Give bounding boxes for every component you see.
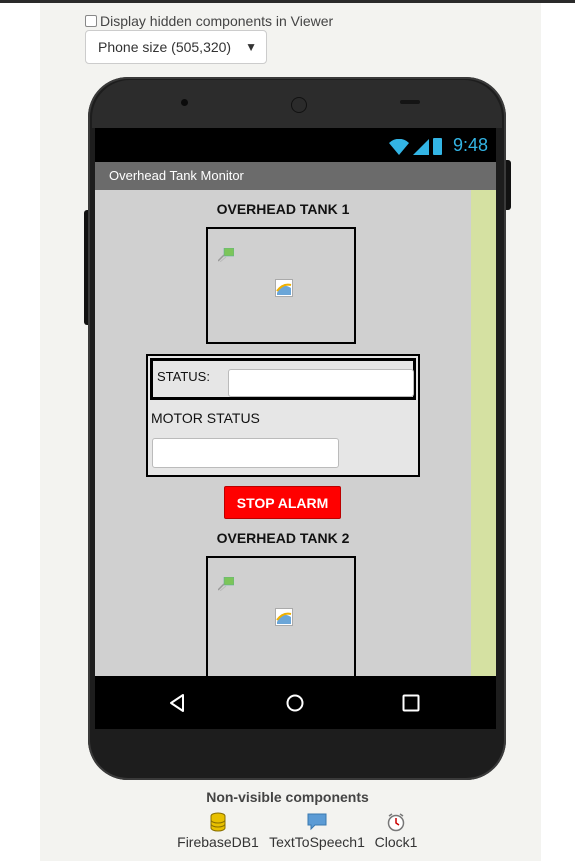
clock-label: Clock1 bbox=[374, 834, 418, 850]
status-textbox[interactable] bbox=[228, 369, 414, 397]
android-nav-bar bbox=[95, 676, 496, 729]
status-time: 9:48 bbox=[452, 135, 488, 155]
app-title-bar: Overhead Tank Monitor bbox=[95, 162, 496, 190]
texttospeech-label: TextToSpeech1 bbox=[269, 834, 365, 850]
speech-bubble-icon bbox=[307, 813, 327, 831]
display-hidden-components-label: Display hidden components in Viewer bbox=[100, 13, 334, 29]
phone-size-value: Phone size (505,320) bbox=[98, 39, 232, 55]
firebasedb-label: FirebaseDB1 bbox=[177, 834, 259, 850]
non-visible-components-title: Non-visible components bbox=[206, 789, 369, 805]
android-status-bar: 9:48 bbox=[95, 128, 496, 162]
proximity-sensor bbox=[400, 100, 420, 104]
status-row: STATUS: bbox=[150, 358, 416, 400]
broken-image-icon bbox=[218, 577, 234, 591]
battery-icon bbox=[433, 138, 442, 155]
tank2-image bbox=[206, 556, 356, 676]
app-title: Overhead Tank Monitor bbox=[109, 168, 244, 183]
chevron-down-icon: ▼ bbox=[245, 40, 257, 54]
earpiece-speaker-icon bbox=[291, 97, 307, 113]
display-hidden-components-row[interactable]: Display hidden components in Viewer bbox=[85, 11, 333, 31]
signal-icon bbox=[413, 139, 429, 155]
motor-status-textbox[interactable] bbox=[152, 438, 339, 468]
phone-size-select[interactable]: Phone size (505,320) ▼ bbox=[85, 30, 267, 64]
clock-icon bbox=[387, 813, 405, 832]
firebasedb-component[interactable]: FirebaseDB1 bbox=[176, 812, 260, 850]
stop-alarm-button[interactable]: STOP ALARM bbox=[224, 486, 341, 519]
front-camera-icon bbox=[181, 99, 188, 106]
status-label: STATUS: bbox=[157, 369, 210, 384]
image-placeholder-icon bbox=[275, 608, 293, 626]
phone-side-button-right bbox=[506, 160, 511, 210]
display-hidden-components-checkbox[interactable] bbox=[85, 15, 97, 27]
app-screen: OVERHEAD TANK 1 STATUS: MOTOR STATUS STO… bbox=[95, 190, 496, 676]
image-placeholder-icon bbox=[275, 279, 293, 297]
back-icon[interactable] bbox=[166, 692, 188, 714]
home-icon[interactable] bbox=[284, 692, 306, 714]
broken-image-icon bbox=[218, 248, 234, 262]
texttospeech-component[interactable]: TextToSpeech1 bbox=[266, 812, 368, 850]
database-icon bbox=[210, 812, 226, 832]
tank1-image bbox=[206, 227, 356, 344]
clock-component[interactable]: Clock1 bbox=[372, 812, 420, 850]
recents-icon[interactable] bbox=[400, 692, 422, 714]
screen-side-strip bbox=[471, 190, 496, 676]
wifi-icon bbox=[389, 139, 409, 155]
status-icons bbox=[389, 137, 442, 155]
tank1-title: OVERHEAD TANK 1 bbox=[216, 201, 350, 217]
motor-status-label: MOTOR STATUS bbox=[151, 410, 260, 426]
status-panel: STATUS: MOTOR STATUS bbox=[146, 354, 420, 477]
tank2-title: OVERHEAD TANK 2 bbox=[216, 530, 350, 546]
